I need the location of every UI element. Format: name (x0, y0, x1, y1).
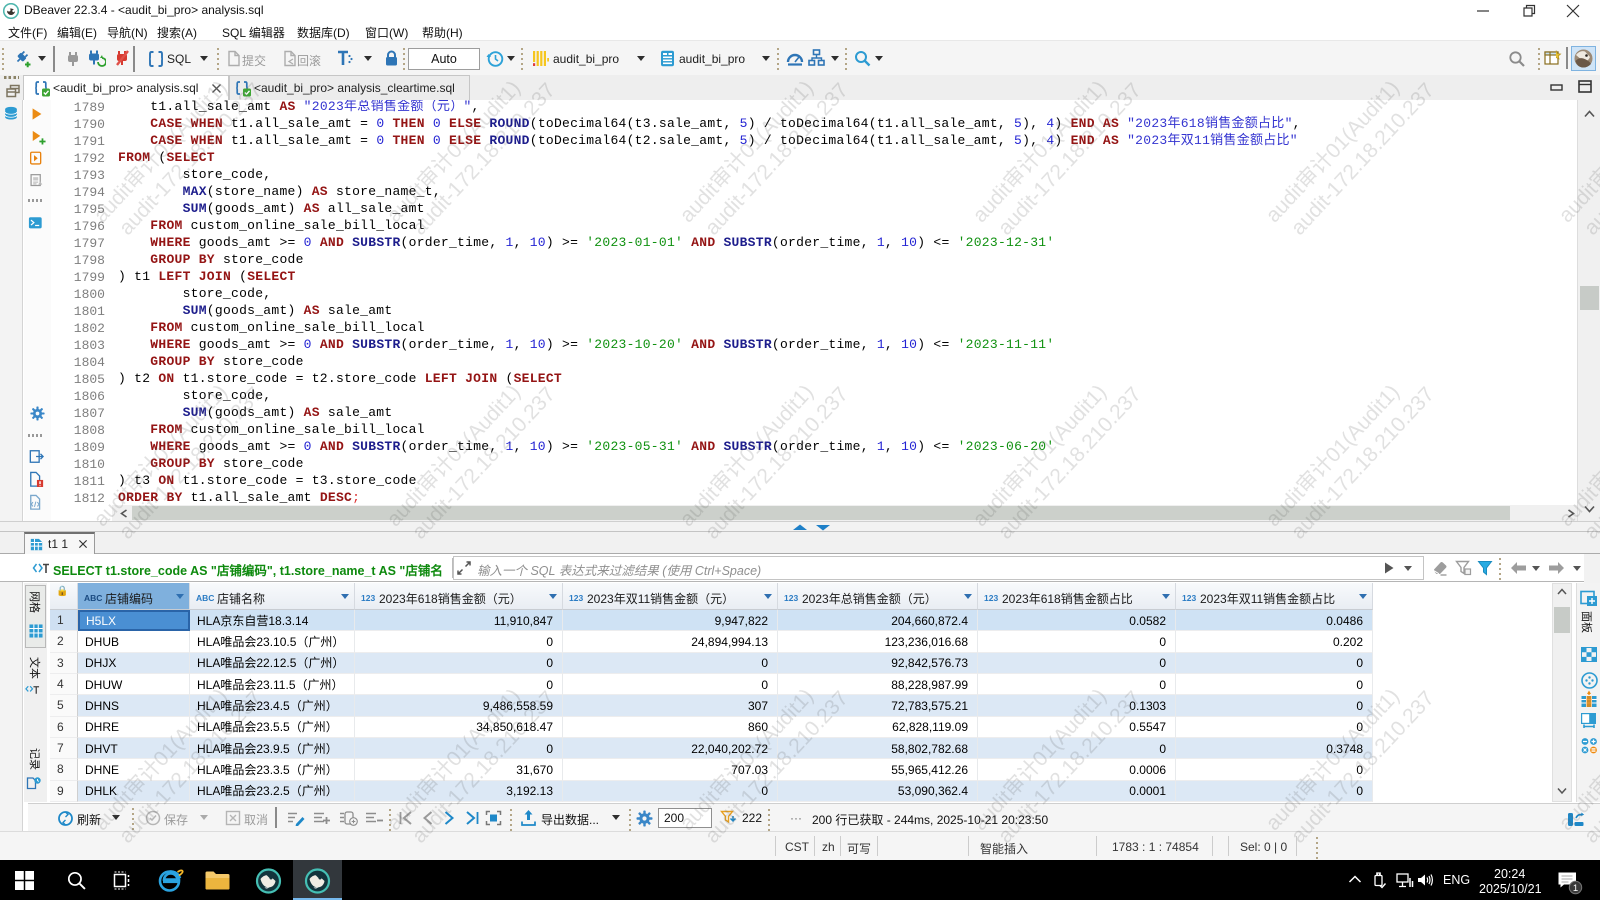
svg-text:1: 1 (1573, 883, 1578, 894)
